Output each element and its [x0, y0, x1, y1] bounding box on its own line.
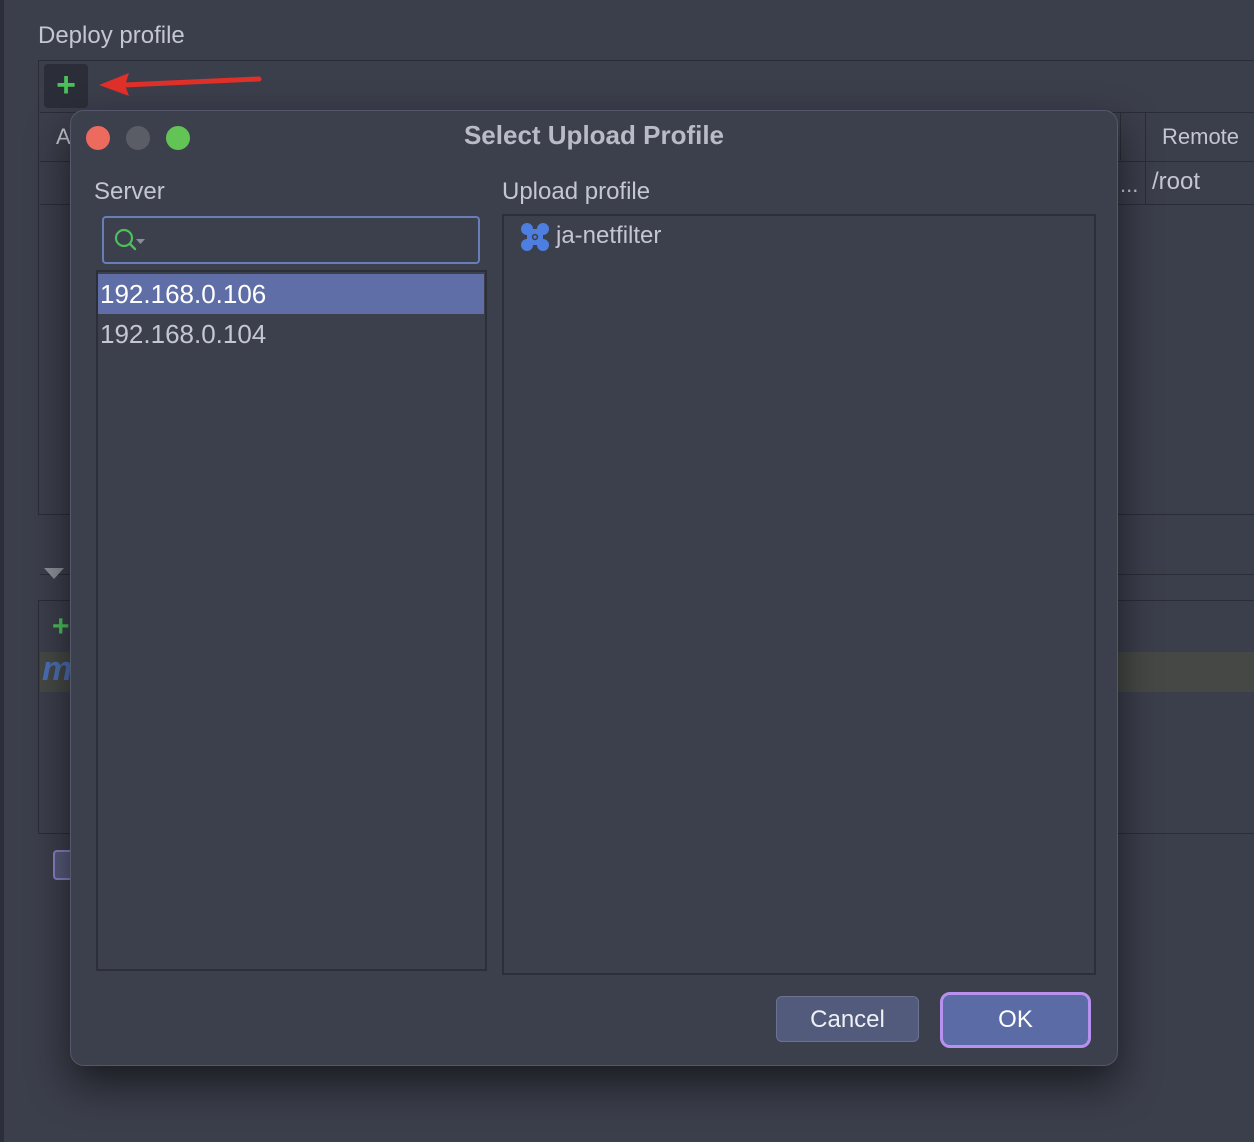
- remote-path-cell[interactable]: /root: [1152, 168, 1200, 196]
- truncated-cell: ...: [1120, 172, 1139, 197]
- cancel-button[interactable]: Cancel: [776, 996, 919, 1042]
- upload-profile-item[interactable]: ja-netfilter: [556, 222, 661, 250]
- upload-profile-label: Upload profile: [502, 178, 651, 205]
- window-edge: [0, 0, 4, 1142]
- server-list-item[interactable]: 192.168.0.104: [98, 314, 484, 354]
- annotation-arrow-icon: [99, 73, 262, 96]
- server-label: Server: [94, 178, 165, 205]
- deploy-profile-title: Deploy profile: [38, 22, 185, 49]
- dialog-title: Select Upload Profile: [463, 120, 725, 150]
- server-search-input[interactable]: [102, 216, 480, 264]
- add-profile-button[interactable]: +: [44, 64, 88, 108]
- row-text-fragment: m: [42, 650, 73, 688]
- server-list-item[interactable]: 192.168.0.106: [98, 274, 484, 314]
- server-list: [96, 270, 487, 971]
- add-item-button[interactable]: +: [52, 610, 70, 644]
- ok-button[interactable]: OK: [940, 992, 1091, 1048]
- upload-profile-list: [502, 214, 1096, 975]
- collapse-triangle-icon[interactable]: [44, 568, 64, 579]
- upload-profile-icon: [521, 223, 549, 251]
- search-icon[interactable]: [112, 226, 152, 254]
